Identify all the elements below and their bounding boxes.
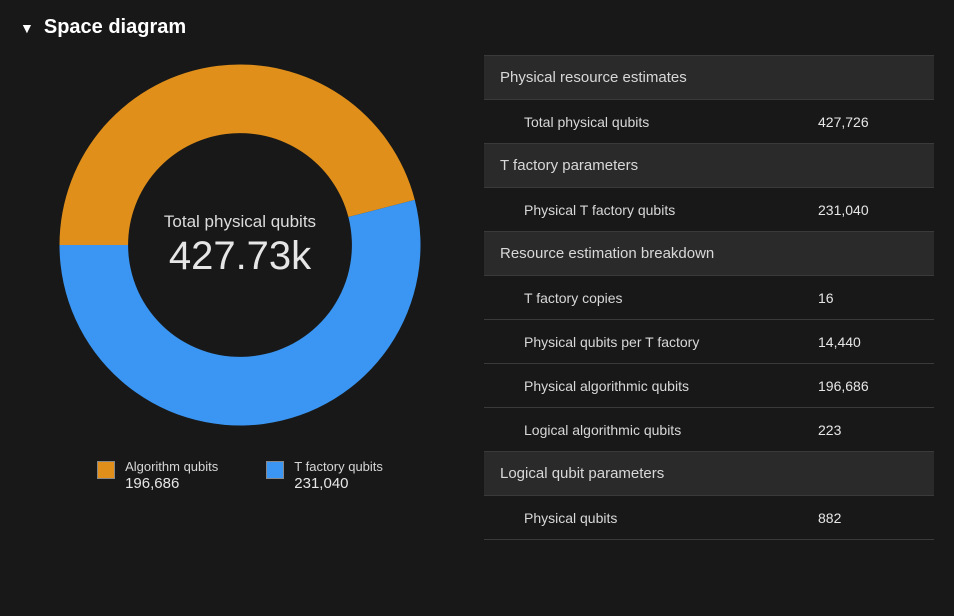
table-row-label: Total physical qubits — [500, 114, 818, 130]
table-row[interactable]: Physical qubits per T factory14,440 — [484, 320, 934, 364]
table-row[interactable]: Physical T factory qubits231,040 — [484, 188, 934, 232]
legend-name: T factory qubits — [294, 459, 383, 475]
donut-chart: Total physical qubits 427.73k — [50, 55, 430, 435]
legend: Algorithm qubits196,686 T factory qubits2… — [97, 459, 383, 492]
legend-name: Algorithm qubits — [125, 459, 218, 475]
legend-value: 196,686 — [125, 475, 218, 492]
table-row-value: 14,440 — [818, 334, 918, 350]
legend-text: T factory qubits231,040 — [294, 459, 383, 492]
table-group-title: Physical resource estimates — [500, 69, 918, 86]
table-column: Physical resource estimates Total physica… — [484, 55, 934, 540]
table-row-value: 882 — [818, 510, 918, 526]
table-row-value: 16 — [818, 290, 918, 306]
section-title: Space diagram — [44, 16, 186, 39]
table-row[interactable]: Logical algorithmic qubits223 — [484, 408, 934, 452]
table-row-label: Physical qubits per T factory — [500, 334, 818, 350]
table-group-header[interactable]: Resource estimation breakdown — [484, 232, 934, 276]
chevron-down-icon: ▼ — [20, 21, 34, 35]
section-header[interactable]: ▼ Space diagram — [20, 16, 934, 39]
donut-svg — [50, 55, 430, 435]
table-group-title: T factory parameters — [500, 157, 918, 174]
table-group-title: Resource estimation breakdown — [500, 245, 918, 262]
table-row-label: T factory copies — [500, 290, 818, 306]
table-row-label: Physical qubits — [500, 510, 818, 526]
table-row-value: 231,040 — [818, 202, 918, 218]
table-row[interactable]: T factory copies16 — [484, 276, 934, 320]
legend-swatch — [97, 461, 115, 479]
table-row[interactable]: Physical qubits882 — [484, 496, 934, 540]
table-row-label: Logical algorithmic qubits — [500, 422, 818, 438]
legend-value: 231,040 — [294, 475, 383, 492]
parameter-table: Physical resource estimates Total physica… — [484, 55, 934, 540]
table-row-value: 196,686 — [818, 378, 918, 394]
table-row-label: Physical T factory qubits — [500, 202, 818, 218]
content-row: Total physical qubits 427.73k Algorithm … — [20, 55, 934, 540]
table-row-value: 223 — [818, 422, 918, 438]
table-group-header[interactable]: Physical resource estimates — [484, 56, 934, 100]
table-row-value: 427,726 — [818, 114, 918, 130]
chart-column: Total physical qubits 427.73k Algorithm … — [20, 55, 460, 492]
legend-item[interactable]: T factory qubits231,040 — [266, 459, 383, 492]
legend-item[interactable]: Algorithm qubits196,686 — [97, 459, 218, 492]
table-row[interactable]: Physical algorithmic qubits196,686 — [484, 364, 934, 408]
table-row[interactable]: Total physical qubits427,726 — [484, 100, 934, 144]
table-row-label: Physical algorithmic qubits — [500, 378, 818, 394]
table-group-title: Logical qubit parameters — [500, 465, 918, 482]
table-group-header[interactable]: T factory parameters — [484, 144, 934, 188]
table-group-header[interactable]: Logical qubit parameters — [484, 452, 934, 496]
legend-swatch — [266, 461, 284, 479]
legend-text: Algorithm qubits196,686 — [125, 459, 218, 492]
